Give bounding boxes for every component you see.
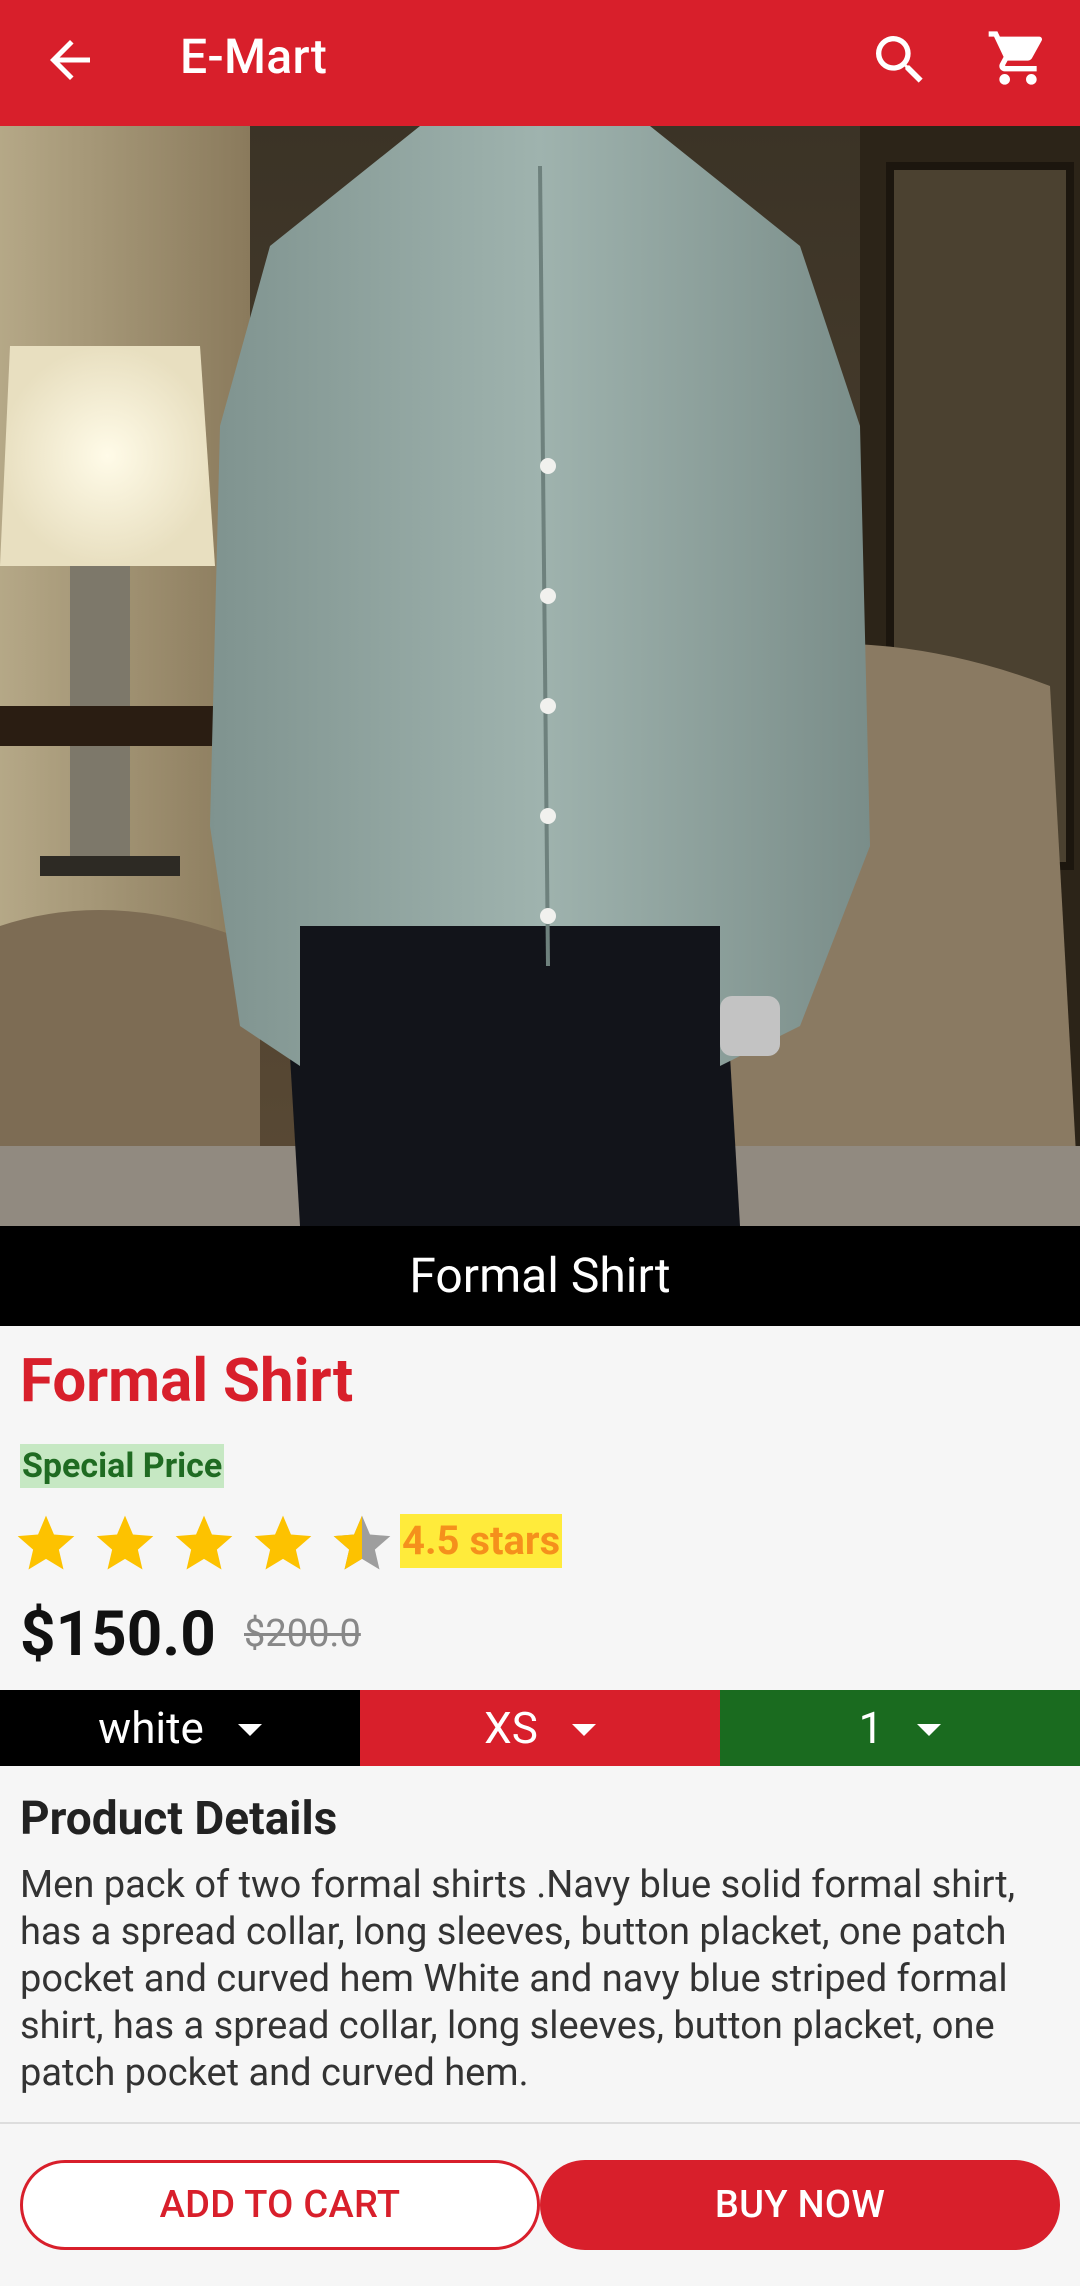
star-full-icon (17, 1515, 75, 1570)
product-image[interactable] (0, 126, 1080, 1226)
current-price: $150.0 (20, 1598, 216, 1671)
size-dropdown[interactable]: XS (360, 1690, 720, 1766)
search-icon[interactable] (868, 28, 932, 92)
dropdown-arrow-icon (917, 1724, 942, 1736)
image-caption: Formal Shirt (0, 1226, 1080, 1326)
star-full-icon (96, 1515, 154, 1570)
quantity-dropdown[interactable]: 1 (720, 1690, 1080, 1766)
app-title: E-Mart (180, 28, 328, 85)
buy-now-button[interactable]: BUY NOW (540, 2160, 1060, 2250)
star-half-icon (333, 1515, 391, 1570)
star-full-icon (254, 1515, 312, 1570)
add-to-cart-button[interactable]: ADD TO CART (20, 2160, 540, 2250)
original-price: $200.0 (244, 1612, 361, 1656)
back-arrow-icon[interactable] (40, 30, 100, 90)
color-dropdown[interactable]: white (0, 1690, 360, 1766)
special-price-badge: Special Price (20, 1444, 225, 1488)
divider (0, 2122, 1080, 2124)
dropdown-arrow-icon (237, 1724, 262, 1736)
product-details-text: Men pack of two formal shirts .Navy blue… (20, 1863, 1016, 2095)
product-name: Formal Shirt (20, 1345, 354, 1416)
star-full-icon (175, 1515, 233, 1570)
app-bar: E-Mart (0, 0, 1080, 126)
rating-label: 4.5 stars (400, 1514, 563, 1568)
star-rating (12, 1510, 407, 1578)
color-value: white (98, 1702, 204, 1754)
size-value: XS (484, 1702, 538, 1754)
product-details-title: Product Details (20, 1792, 338, 1846)
dropdown-arrow-icon (571, 1724, 596, 1736)
cart-icon[interactable] (986, 26, 1050, 90)
quantity-value: 1 (858, 1702, 884, 1754)
